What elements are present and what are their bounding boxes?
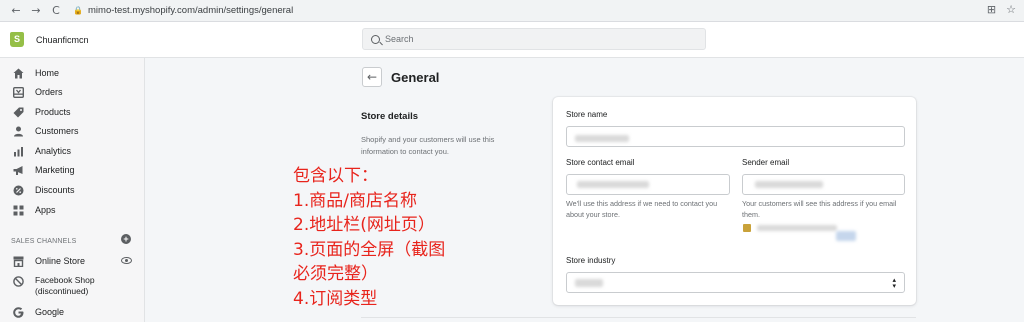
store-icon — [11, 256, 25, 267]
redacted-value — [755, 181, 823, 188]
sidebar-item-analytics[interactable]: Analytics — [0, 142, 145, 160]
contact-email-field[interactable] — [566, 174, 730, 195]
forward-arrow-icon[interactable]: → — [29, 4, 43, 18]
redacted-value — [757, 225, 837, 231]
address-bar[interactable]: 🔒 mimo-test.myshopify.com/admin/settings… — [73, 3, 973, 19]
sidebar-item-apps[interactable]: Apps — [0, 201, 145, 219]
reload-icon[interactable]: C — [49, 4, 63, 18]
sender-email-label: Sender email — [742, 158, 790, 167]
sidebar-item-orders[interactable]: Orders — [0, 83, 145, 101]
annotation-line: 包含以下： — [293, 166, 378, 186]
sidebar-item-label: Home — [35, 68, 60, 78]
sidebar-item-label: Apps — [35, 205, 56, 215]
store-name[interactable]: Chuanficmcn — [36, 35, 89, 45]
annotation-line: 4.订阅类型 — [293, 288, 378, 309]
search-placeholder: Search — [385, 34, 414, 44]
sidebar-item-label: Products — [35, 107, 71, 117]
sales-channels-heading: SALES CHANNELS — [11, 238, 77, 245]
lock-icon: 🔒 — [73, 5, 83, 15]
sidebar-item-label: Google — [35, 307, 65, 317]
sidebar-item-label: Marketing — [35, 165, 75, 175]
sidebar-item-label: Customers — [35, 126, 79, 136]
url-text: mimo-test.myshopify.com/admin/settings/g… — [88, 5, 294, 16]
sidebar-item-label: Online Store — [35, 256, 86, 266]
sidebar-item-home[interactable]: Home — [0, 64, 145, 82]
back-button[interactable]: ← — [362, 67, 382, 87]
section-title: Store details — [361, 111, 419, 122]
person-icon — [11, 126, 25, 137]
search-input[interactable]: Search — [362, 28, 706, 50]
sidebar-item-facebook-shop[interactable]: Facebook Shop (discontinued) — [0, 275, 145, 297]
sidebar-item-discounts[interactable]: Discounts — [0, 181, 145, 199]
sidebar-item-customers[interactable]: Customers — [0, 122, 145, 140]
home-icon — [11, 68, 25, 79]
sender-email-field[interactable] — [742, 174, 905, 195]
annotation-line: 3.页面的全屏（截图 — [293, 239, 446, 260]
sidebar-item-label: Discounts — [35, 185, 75, 195]
tag-icon — [11, 107, 25, 118]
eye-icon[interactable] — [121, 257, 132, 264]
sidebar-item-google[interactable]: Google — [0, 303, 145, 321]
chevron-updown-icon: ▴ ▾ — [892, 276, 896, 290]
store-details-card: Store name Store contact email We'll use… — [553, 97, 916, 305]
sidebar-item-label: Analytics — [35, 146, 72, 156]
apps-icon — [11, 205, 25, 216]
back-arrow-icon[interactable]: ← — [9, 4, 23, 18]
redacted-value — [575, 279, 603, 287]
section-description: Shopify and your customers will use this… — [361, 135, 495, 156]
bar-chart-icon — [11, 146, 25, 157]
industry-label: Store industry — [566, 256, 616, 265]
megaphone-icon — [11, 165, 25, 176]
orders-icon — [11, 86, 25, 98]
prohibited-icon — [11, 276, 25, 287]
annotation-line: 2.地址栏(网址页） — [293, 215, 435, 235]
redacted-value — [577, 181, 649, 188]
sender-email-help: Your customers will see this address if … — [742, 199, 897, 219]
shopify-logo-icon — [10, 32, 24, 47]
contact-email-help: We'll use this address if we need to con… — [566, 199, 718, 219]
store-name-label: Store name — [566, 110, 608, 119]
sidebar-item-label: Orders — [35, 87, 63, 97]
divider — [361, 317, 916, 318]
sidebar: Home Orders Products Customers Analytics… — [0, 58, 145, 322]
redacted-value — [575, 135, 629, 142]
discount-icon — [11, 185, 25, 196]
add-channel-button[interactable]: + — [121, 234, 131, 244]
contact-email-label: Store contact email — [566, 158, 635, 167]
redacted-swatch — [743, 224, 751, 232]
annotation-note: 包含以下： 1.商品/商店名称 2.地址栏(网址页） 3.页面的全屏（截图 必须… — [293, 164, 445, 311]
store-name-field[interactable] — [566, 126, 905, 147]
redacted-value — [836, 231, 856, 241]
google-icon — [11, 306, 25, 318]
sidebar-item-marketing[interactable]: Marketing — [0, 161, 145, 179]
translate-icon[interactable]: ⊞ — [987, 3, 996, 16]
annotation-line: 1.商品/商店名称 — [293, 190, 417, 211]
industry-select[interactable]: ▴ ▾ — [566, 272, 905, 293]
annotation-line: 必须完整） — [293, 264, 378, 284]
sidebar-item-sublabel: (discontinued) — [35, 286, 89, 296]
browser-toolbar: ← → C 🔒 mimo-test.myshopify.com/admin/se… — [0, 0, 1024, 22]
sidebar-item-products[interactable]: Products — [0, 103, 145, 121]
admin-topbar: Chuanficmcn Search — [0, 22, 1024, 58]
page-title: General — [391, 70, 440, 85]
bookmark-star-icon[interactable]: ☆ — [1006, 3, 1016, 16]
search-icon — [371, 34, 380, 44]
sidebar-item-label: Facebook Shop — [35, 275, 95, 285]
